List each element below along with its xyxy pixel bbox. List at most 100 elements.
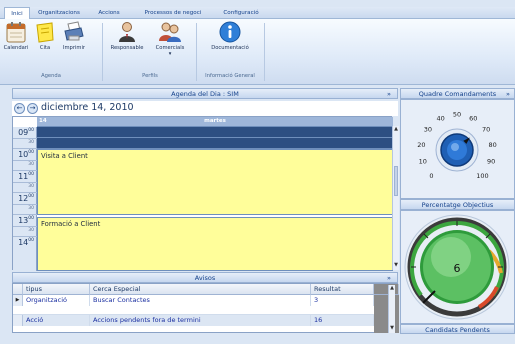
appointment-title: Visita a Client <box>41 152 88 160</box>
day-header: 14 martes <box>37 117 393 127</box>
cita-label: Cita <box>39 45 51 51</box>
info-icon <box>219 21 241 43</box>
dial-tick-label: 40 <box>437 114 445 122</box>
collapse-chevron-icon[interactable]: » <box>387 89 391 100</box>
users-group-icon <box>159 22 181 42</box>
dial-tick-label: 100 <box>476 172 488 180</box>
objectius-title: Percentatge Objectius <box>421 201 494 209</box>
hour-label-09: 0900 <box>18 128 34 137</box>
ribbon: Calendari Cita Imprimir Agenda Responsab… <box>0 19 515 85</box>
time-divider <box>13 170 37 171</box>
half-hour-label: 30 <box>28 206 34 211</box>
dial-tick-label: 80 <box>488 141 496 149</box>
dial-tick-label: 30 <box>424 125 432 133</box>
time-divider <box>13 236 37 237</box>
cita-button[interactable]: Cita <box>34 21 56 51</box>
person-icon <box>119 22 135 42</box>
avisos-header: Avisos » <box>12 272 398 283</box>
dial-tick-label: 60 <box>469 114 477 122</box>
scroll-thumb[interactable] <box>394 166 398 196</box>
quadre-header: Quadre Comandaments » <box>400 88 515 99</box>
day-name: martes <box>204 118 226 124</box>
scroll-up-icon[interactable]: ▲ <box>393 126 399 133</box>
hour-label-12: 1200 <box>18 194 34 203</box>
grid-empty-area <box>374 295 399 333</box>
group-label-perfils: Perfils <box>142 73 158 79</box>
cell-cerca-especial: Accions pendents fora de termini <box>90 315 311 326</box>
prev-day-button[interactable]: ← <box>14 103 25 114</box>
dial-gauge: 010 20 30 40 50 60 70 80 90 100 <box>417 111 496 181</box>
objectives-gauge: 6 <box>404 214 510 320</box>
tab-accions[interactable]: Accions <box>92 7 126 19</box>
column-header-resultat[interactable]: Resultat <box>311 284 374 295</box>
half-hour-label: 30 <box>28 184 34 189</box>
calendar-icon <box>6 22 26 43</box>
agenda-header: Agenda del Dia : SIM » <box>12 88 398 99</box>
scroll-down-icon[interactable]: ▼ <box>393 262 399 269</box>
tab-processos-de-negoci[interactable]: Processos de negoci <box>133 7 213 19</box>
group-separator <box>264 23 265 81</box>
sticky-note-icon <box>36 22 54 43</box>
appointment-block[interactable]: Visita a Client <box>37 149 393 215</box>
scroll-down-icon[interactable]: ▼ <box>389 325 395 332</box>
documentacio-button[interactable]: Documentació <box>202 21 258 51</box>
imprimir-button[interactable]: Imprimir <box>60 21 88 51</box>
time-divider <box>13 160 37 161</box>
calendar-scrollbar[interactable]: ▲ ▼ <box>392 126 399 270</box>
group-separator <box>102 23 103 81</box>
next-day-button[interactable]: → <box>27 103 38 114</box>
tab-organitzacions[interactable]: Organitzacions <box>33 7 85 19</box>
calendari-button[interactable]: Calendari <box>3 21 29 51</box>
scroll-up-icon[interactable]: ▲ <box>389 285 395 292</box>
column-header-tipus[interactable]: tipus <box>23 284 90 295</box>
agenda-title: Agenda del Dia : SIM <box>171 90 239 98</box>
dial-tick-label: 70 <box>482 125 490 133</box>
group-label-informacio-general: Informació General <box>205 73 255 79</box>
group-separator <box>196 23 197 81</box>
grid-header-spacer <box>374 284 399 295</box>
dial-tick-label: 20 <box>417 141 425 149</box>
current-date: diciembre 14, 2010 <box>41 102 134 113</box>
dial-tick-label: 0 <box>429 172 433 180</box>
unavailable-slot[interactable] <box>37 138 393 149</box>
row-selector-header <box>13 284 23 295</box>
cell-resultat: 3 <box>311 295 374 306</box>
app-window: Inici Organitzacions Accions Processos d… <box>0 0 515 344</box>
dial-tick-label: 50 <box>453 111 461 119</box>
dial-tick-label: 90 <box>487 158 495 166</box>
candidats-pendents-label[interactable]: Candidats Pendents <box>400 324 515 334</box>
cell-resultat: 16 <box>311 315 374 326</box>
date-navigation: ← → diciembre 14, 2010 <box>12 101 398 116</box>
half-hour-label: 30 <box>28 140 34 145</box>
appointment-block[interactable]: Formació a Client <box>37 217 393 271</box>
appointment-title: Formació a Client <box>41 220 101 228</box>
half-hour-label: 30 <box>28 162 34 167</box>
responsable-label: Responsable <box>110 45 144 51</box>
responsable-button[interactable]: Responsable <box>108 21 146 51</box>
comercials-button[interactable]: Comercials ▾ <box>151 21 189 57</box>
cell-cerca-especial: Buscar Contactes <box>90 295 311 306</box>
tab-configuracio[interactable]: Configuració <box>214 7 268 19</box>
arrow-right-icon: → <box>29 104 36 112</box>
avisos-title: Avisos <box>194 274 216 282</box>
day-calendar: 14 martes 0900 30 1000 30 1100 30 1200 3… <box>12 116 393 271</box>
row-separator <box>13 306 374 315</box>
documentacio-label: Documentació <box>211 45 249 51</box>
avisos-scrollbar[interactable]: ▲ ▼ <box>388 285 395 333</box>
time-divider <box>13 204 37 205</box>
unavailable-slot[interactable] <box>37 127 393 138</box>
objectius-header: Percentatge Objectius <box>400 199 515 210</box>
hour-label-13: 1300 <box>18 216 34 225</box>
dial-tick-label: 10 <box>419 158 427 166</box>
ribbon-tab-bar: Inici Organitzacions Accions Processos d… <box>0 7 515 20</box>
arrow-left-icon: ← <box>16 104 23 112</box>
time-divider <box>13 226 37 227</box>
column-header-cerca-especial[interactable]: Cerca Especial <box>90 284 311 295</box>
time-divider <box>13 138 37 139</box>
time-divider <box>13 182 37 183</box>
hour-label-11: 1100 <box>18 172 34 181</box>
row-pointer-icon: ▶ <box>13 295 23 306</box>
hour-label-14: 1400 <box>18 238 34 247</box>
group-label-agenda: Agenda <box>41 73 61 79</box>
objectius-panel: 6 <box>400 210 515 324</box>
